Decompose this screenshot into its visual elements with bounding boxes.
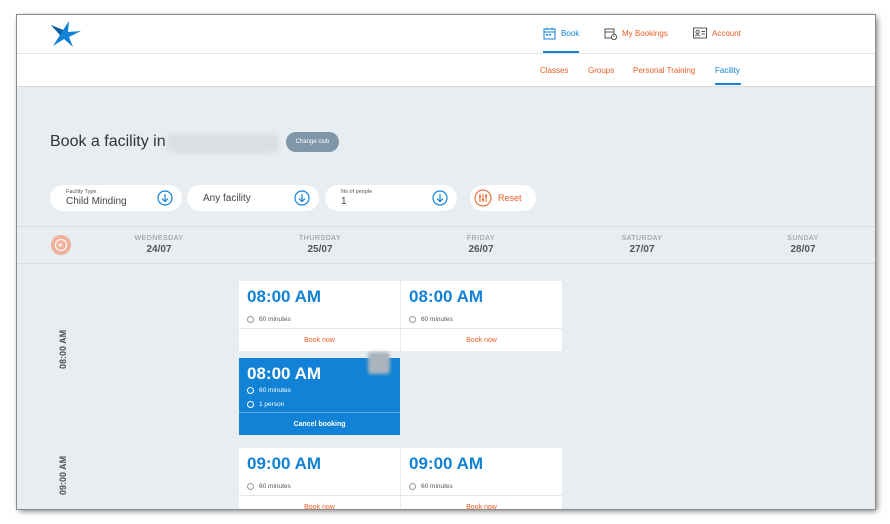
people-select[interactable]: No of people 1 <box>325 185 457 211</box>
day-header: WEDNESDAY 24/07 <box>114 235 204 255</box>
clock-icon <box>409 483 416 490</box>
tab-groups[interactable]: Groups <box>588 66 614 75</box>
reset-label: Reset <box>498 193 522 203</box>
slot-card-booked: 08:00 AM 60 minutes 1 person Cancel book… <box>239 352 400 436</box>
tab-facility[interactable]: Facility <box>715 66 740 75</box>
slot-duration-text: 60 minutes <box>259 483 291 490</box>
day-date: 26/07 <box>468 244 494 255</box>
chevron-down-icon <box>432 190 448 206</box>
people-label: No of people <box>341 189 373 195</box>
time-label: 08:00 AM <box>58 329 68 369</box>
day-name: SATURDAY <box>621 235 663 242</box>
slot-card: 09:00 AM 60 minutes Book now <box>401 448 562 509</box>
slot-time: 08:00 AM <box>247 364 322 383</box>
day-name: SUNDAY <box>787 235 819 242</box>
sliders-icon <box>474 189 492 207</box>
calendar-clock-icon <box>604 28 617 40</box>
slot-card: 08:00 AM 60 minutes Book now <box>401 281 562 351</box>
slot-duration: 60 minutes <box>409 316 453 323</box>
chevron-down-icon <box>294 190 310 206</box>
slot-time: 08:00 AM <box>247 287 322 306</box>
day-date: 28/07 <box>790 244 816 255</box>
facility-type-select[interactable]: Facility Type Child Minding <box>50 185 182 211</box>
nav-account[interactable]: Account <box>693 26 741 40</box>
slot-time: 09:00 AM <box>409 454 484 473</box>
day-date: 25/07 <box>307 244 333 255</box>
nav-my-bookings-label: My Bookings <box>622 28 668 38</box>
slot-duration: 60 minutes <box>247 483 291 490</box>
clock-icon <box>247 316 254 323</box>
day-name: WEDNESDAY <box>134 235 184 242</box>
slot-duration-text: 60 minutes <box>421 316 453 323</box>
app-window: Book My Bookings Account Classes Groups … <box>17 15 875 509</box>
tab-classes[interactable]: Classes <box>540 66 568 75</box>
nav-active-underline <box>543 51 580 53</box>
slot-duration: 60 minutes <box>247 316 291 323</box>
club-name-redacted <box>167 134 279 153</box>
day-name: THURSDAY <box>299 235 341 242</box>
slot-people: 1 person <box>247 401 284 408</box>
slot-time: 09:00 AM <box>247 454 322 473</box>
slot-people-text: 1 person <box>259 401 285 408</box>
nav-book[interactable]: Book <box>543 26 580 53</box>
person-icon <box>247 401 254 408</box>
day-date: 24/07 <box>146 244 172 255</box>
change-club-button[interactable]: Change club <box>286 132 339 152</box>
day-header: SUNDAY 28/07 <box>758 235 848 255</box>
day-header: SATURDAY 27/07 <box>597 235 687 255</box>
chevron-down-icon <box>157 190 173 206</box>
book-now-button[interactable]: Book now <box>401 328 562 352</box>
facility-type-label: Facility Type <box>66 189 97 195</box>
calendar-icon <box>543 27 556 39</box>
previous-week-button[interactable] <box>51 235 71 255</box>
facility-value: Any facility <box>203 193 251 204</box>
clock-icon <box>247 483 254 490</box>
day-header: FRIDAY 26/07 <box>436 235 526 255</box>
tab-personal-training[interactable]: Personal Training <box>633 66 695 75</box>
top-navbar: Book My Bookings Account <box>17 15 875 54</box>
day-header: THURSDAY 25/07 <box>275 235 365 255</box>
nav-my-bookings[interactable]: My Bookings <box>604 26 668 40</box>
account-card-icon <box>693 27 707 39</box>
slot-card: 08:00 AM 60 minutes Book now <box>239 281 400 351</box>
page-title: Book a facility in <box>50 133 166 150</box>
nav-account-label: Account <box>712 28 741 38</box>
book-now-button[interactable]: Book now <box>239 495 400 509</box>
clock-icon <box>247 387 254 394</box>
slot-duration-text: 60 minutes <box>259 387 291 394</box>
avatar <box>368 352 390 374</box>
slot-duration-text: 60 minutes <box>259 316 291 323</box>
time-label: 09:00 AM <box>58 455 68 495</box>
people-value: 1 <box>341 196 347 207</box>
slot-duration: 60 minutes <box>247 387 291 394</box>
book-now-button[interactable]: Book now <box>401 495 562 509</box>
sub-navbar: Classes Groups Personal Training Facilit… <box>17 54 875 87</box>
day-name: FRIDAY <box>466 235 496 242</box>
day-date: 27/07 <box>629 244 655 255</box>
nav-book-label: Book <box>561 28 580 38</box>
facility-type-value: Child Minding <box>66 196 127 207</box>
day-header-row: WEDNESDAY 24/07 THURSDAY 25/07 FRIDAY 26… <box>17 226 875 264</box>
facility-select[interactable]: Any facility <box>187 185 319 211</box>
cancel-booking-button[interactable]: Cancel booking <box>239 412 400 436</box>
clock-icon <box>409 316 416 323</box>
star-logo-icon[interactable] <box>49 19 83 54</box>
slot-duration: 60 minutes <box>409 483 453 490</box>
book-now-button[interactable]: Book now <box>239 328 400 352</box>
slot-time: 08:00 AM <box>409 287 484 306</box>
slot-duration-text: 60 minutes <box>421 483 453 490</box>
arrow-left-icon <box>55 239 67 251</box>
tab-active-underline <box>715 83 741 85</box>
reset-button[interactable]: Reset <box>470 185 536 211</box>
slot-card: 09:00 AM 60 minutes Book now <box>239 448 400 509</box>
